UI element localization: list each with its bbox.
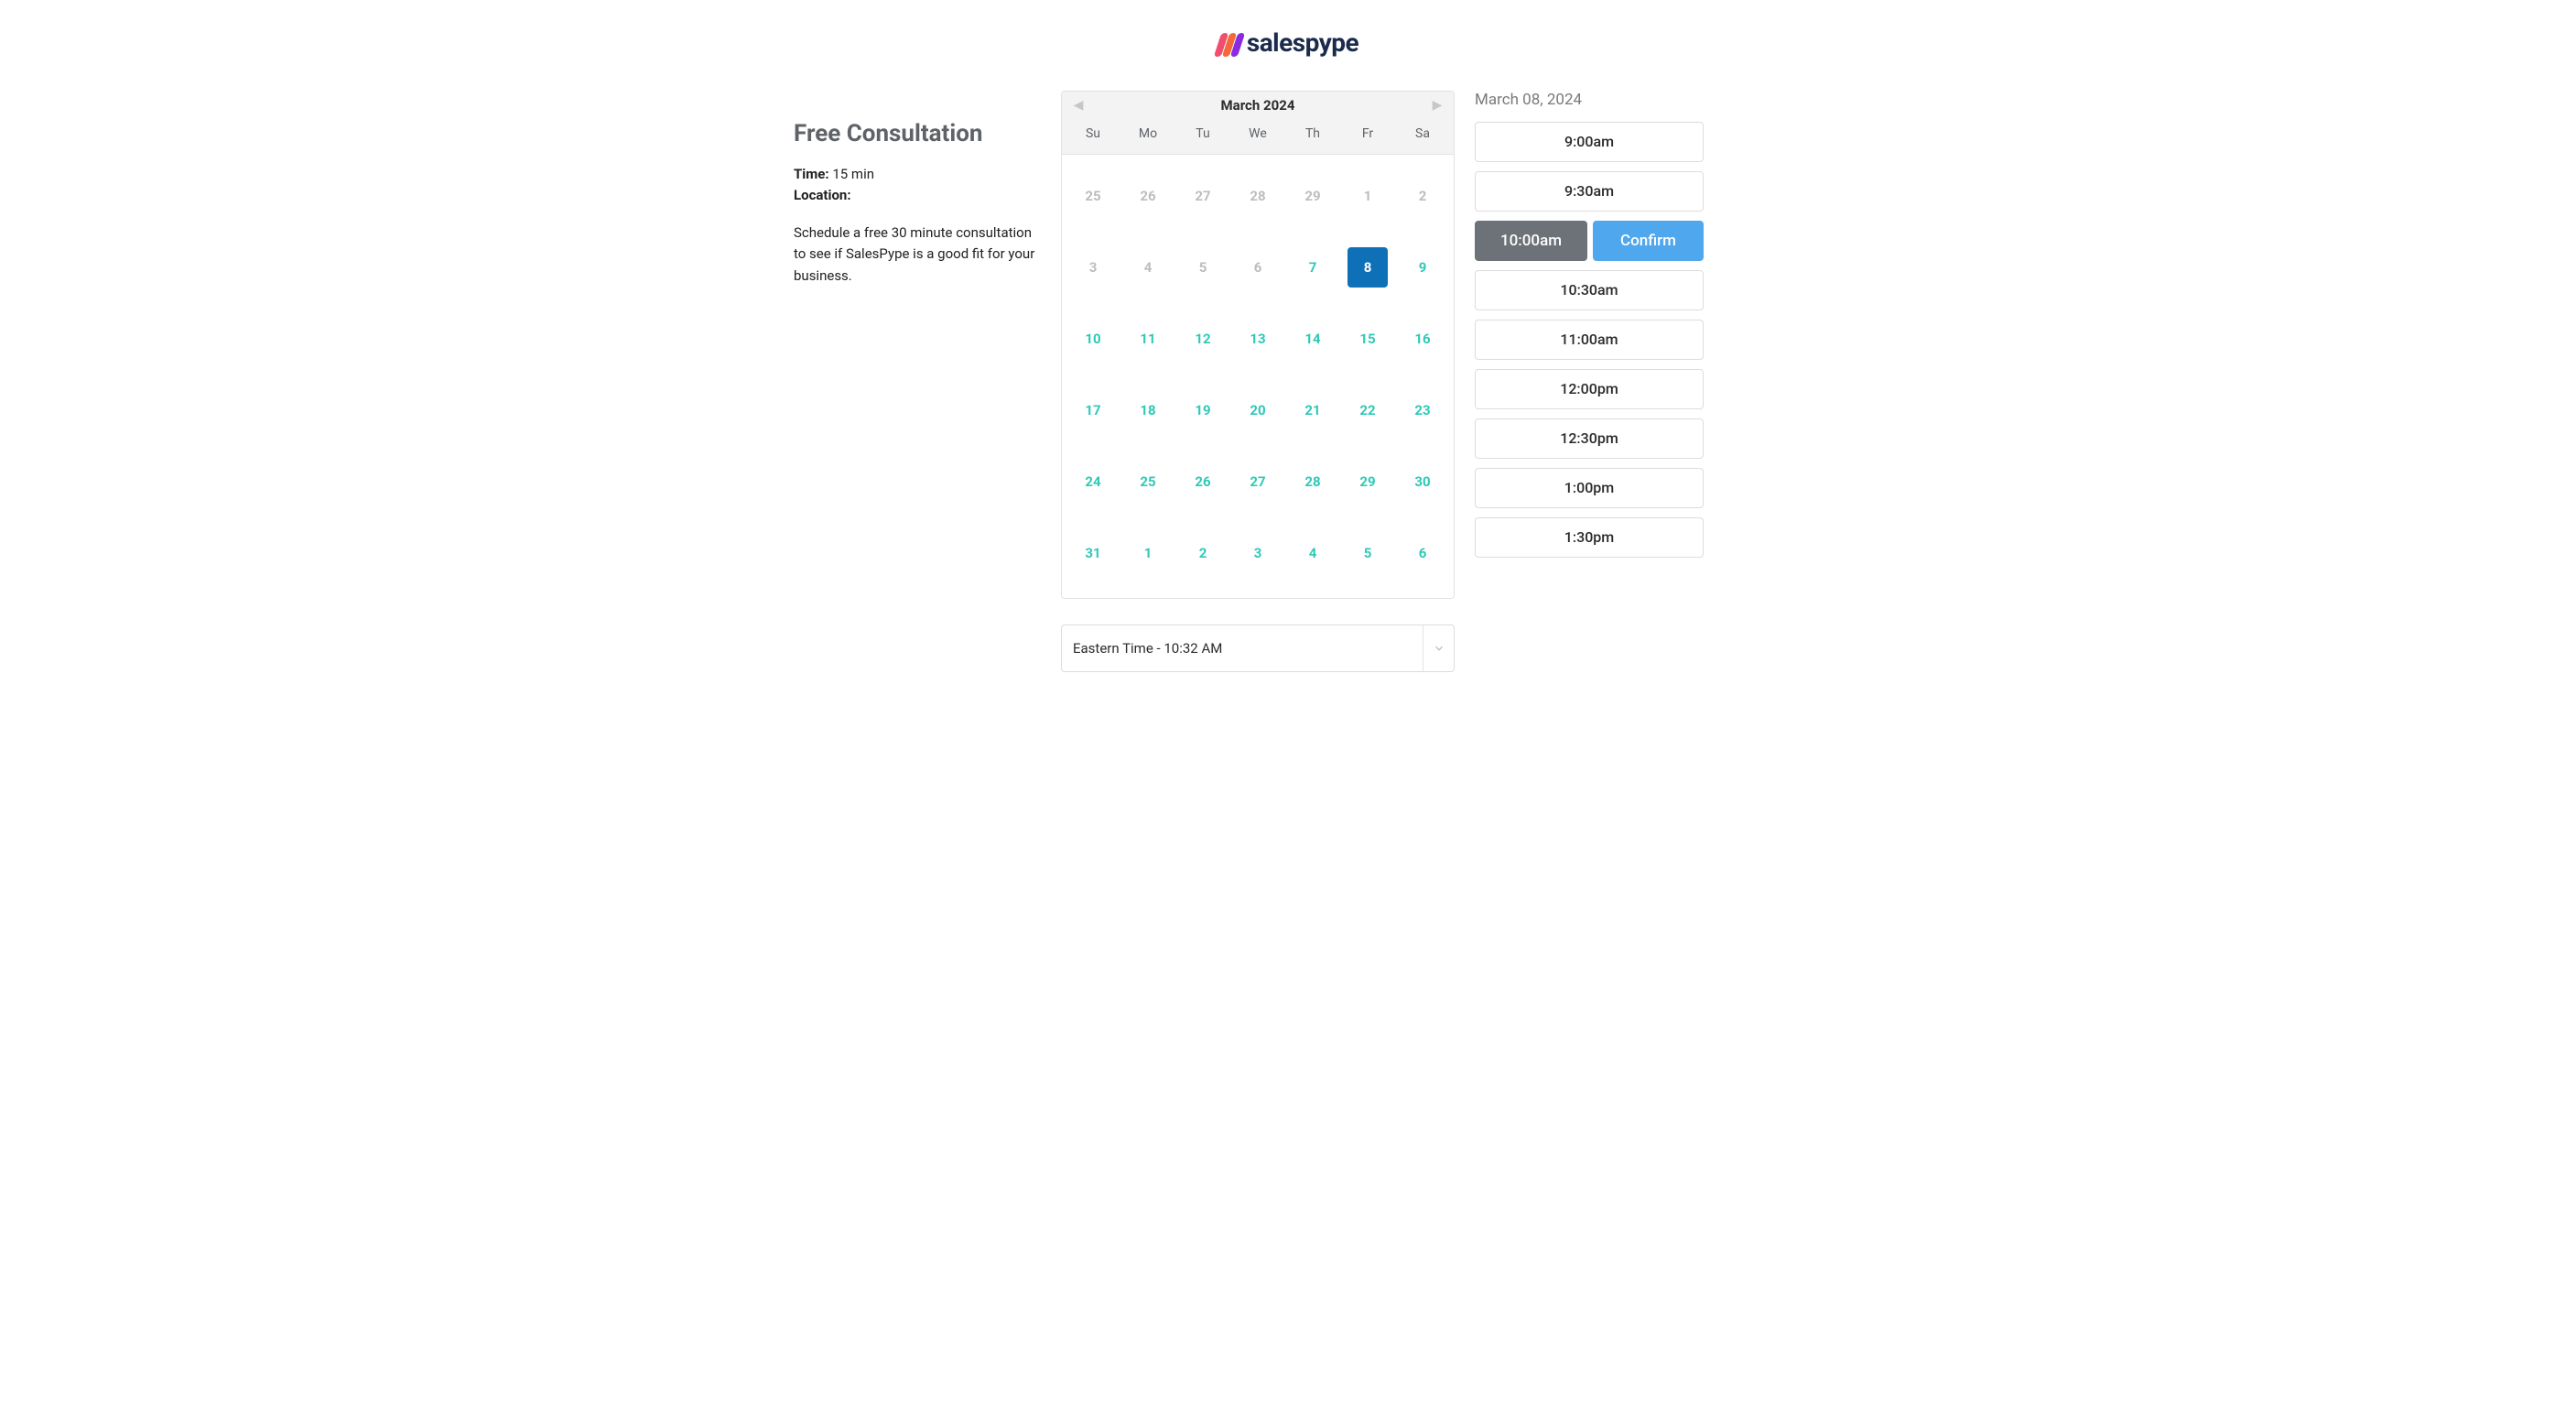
calendar-day[interactable]: 22 (1340, 375, 1395, 446)
calendar-day: 3 (1066, 232, 1120, 303)
timeslot-button[interactable]: 9:00am (1475, 122, 1704, 162)
timeslot-button[interactable]: 12:00pm (1475, 369, 1704, 409)
location-label: Location: (794, 187, 851, 203)
brand-logo-mark (1214, 33, 1245, 57)
calendar-day[interactable]: 19 (1175, 375, 1230, 446)
calendar-day[interactable]: 31 (1066, 517, 1120, 589)
calendar-day: 25 (1066, 160, 1120, 232)
calendar-day[interactable]: 13 (1230, 303, 1285, 375)
calendar-day[interactable]: 6 (1395, 517, 1450, 589)
prev-month-button[interactable]: ◀ (1071, 98, 1086, 113)
time-label: Time: (794, 166, 829, 182)
confirm-button[interactable]: Confirm (1593, 221, 1704, 261)
timeslot-button[interactable]: 10:00am (1475, 221, 1587, 261)
calendar-dow: Su (1066, 126, 1120, 141)
timezone-select[interactable]: Eastern Time - 10:32 AM (1061, 624, 1455, 672)
time-value: 15 min (832, 166, 874, 182)
description: Schedule a free 30 minute consultation t… (794, 223, 1041, 287)
calendar-day[interactable]: 10 (1066, 303, 1120, 375)
chevron-down-icon (1423, 625, 1454, 671)
calendar-day[interactable]: 26 (1175, 446, 1230, 517)
next-month-button[interactable]: ▶ (1430, 98, 1445, 113)
calendar-day: 5 (1175, 232, 1230, 303)
brand-logo: salespype (1218, 27, 1358, 58)
calendar-day[interactable]: 28 (1285, 446, 1340, 517)
page-title: Free Consultation (794, 120, 1041, 147)
calendar-day[interactable]: 12 (1175, 303, 1230, 375)
calendar-day[interactable]: 11 (1120, 303, 1175, 375)
calendar-day[interactable]: 7 (1285, 232, 1340, 303)
calendar-day[interactable]: 14 (1285, 303, 1340, 375)
calendar-day[interactable]: 8 (1340, 232, 1395, 303)
calendar-dow: We (1230, 126, 1285, 141)
calendar-dow: Sa (1395, 126, 1450, 141)
calendar-day: 26 (1120, 160, 1175, 232)
calendar-day: 27 (1175, 160, 1230, 232)
calendar-day: 2 (1395, 160, 1450, 232)
calendar-dow: Mo (1120, 126, 1175, 141)
timeslot-button[interactable]: 11:00am (1475, 320, 1704, 360)
calendar-day: 6 (1230, 232, 1285, 303)
calendar-day: 28 (1230, 160, 1285, 232)
timezone-value: Eastern Time - 10:32 AM (1062, 625, 1423, 671)
calendar-day[interactable]: 5 (1340, 517, 1395, 589)
calendar-day[interactable]: 4 (1285, 517, 1340, 589)
calendar-day[interactable]: 21 (1285, 375, 1340, 446)
calendar-day[interactable]: 30 (1395, 446, 1450, 517)
calendar-day: 4 (1120, 232, 1175, 303)
calendar-dow: Tu (1175, 126, 1230, 141)
brand-name: salespype (1247, 27, 1358, 58)
calendar-day[interactable]: 9 (1395, 232, 1450, 303)
calendar-day[interactable]: 16 (1395, 303, 1450, 375)
calendar-month-label: March 2024 (1221, 97, 1295, 114)
calendar-day[interactable]: 17 (1066, 375, 1120, 446)
timeslot-button[interactable]: 9:30am (1475, 171, 1704, 212)
calendar-day[interactable]: 20 (1230, 375, 1285, 446)
calendar-dow: Th (1285, 126, 1340, 141)
timeslot-panel: March 08, 2024 9:00am 9:30am 10:00amConfir… (1475, 91, 1704, 576)
slots-date-label: March 08, 2024 (1475, 91, 1704, 109)
calendar-day[interactable]: 25 (1120, 446, 1175, 517)
calendar-day: 1 (1340, 160, 1395, 232)
calendar-day[interactable]: 2 (1175, 517, 1230, 589)
calendar-day[interactable]: 18 (1120, 375, 1175, 446)
header: salespype (794, 27, 1782, 59)
calendar-dow: Fr (1340, 126, 1395, 141)
calendar-day[interactable]: 3 (1230, 517, 1285, 589)
timeslot-button[interactable]: 1:00pm (1475, 468, 1704, 508)
timeslot-button[interactable]: 12:30pm (1475, 418, 1704, 459)
calendar-day[interactable]: 27 (1230, 446, 1285, 517)
timeslot-button[interactable]: 1:30pm (1475, 517, 1704, 558)
calendar-day[interactable]: 23 (1395, 375, 1450, 446)
calendar-day[interactable]: 1 (1120, 517, 1175, 589)
calendar-day[interactable]: 15 (1340, 303, 1395, 375)
info-panel: Free Consultation Time: 15 min Location:… (794, 91, 1041, 287)
calendar-day[interactable]: 24 (1066, 446, 1120, 517)
calendar-day[interactable]: 29 (1340, 446, 1395, 517)
calendar: ◀ March 2024 ▶ SuMoTuWeThFrSa 2526272829… (1061, 91, 1455, 599)
timeslot-button[interactable]: 10:30am (1475, 270, 1704, 310)
calendar-day: 29 (1285, 160, 1340, 232)
